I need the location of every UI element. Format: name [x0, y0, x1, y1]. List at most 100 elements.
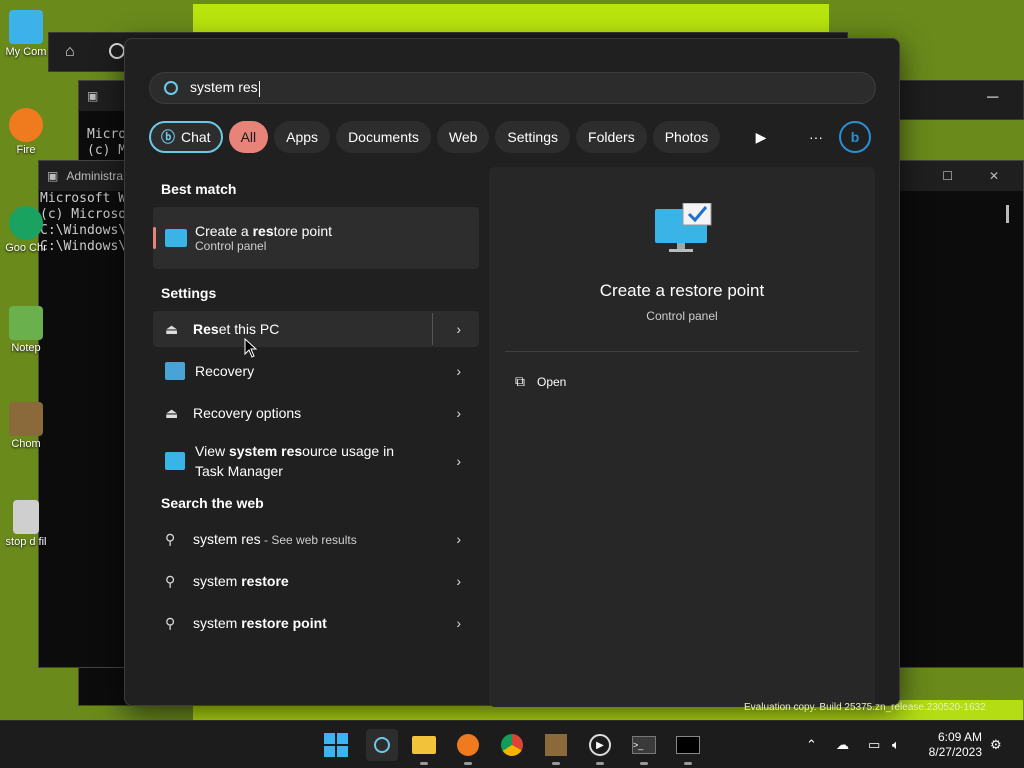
recovery-options-icon: ⏏ — [165, 404, 179, 421]
search-icon — [164, 81, 178, 95]
filter-label: Chat — [181, 129, 211, 145]
settings-heading: Settings — [161, 285, 217, 301]
taskbar-terminal[interactable]: >_ — [630, 731, 658, 765]
console-title: Administra — [66, 169, 124, 183]
search-input[interactable]: system res — [149, 72, 876, 104]
play-icon: ▶ — [589, 734, 611, 756]
chevron-up-icon[interactable]: ⌃ — [806, 737, 817, 753]
filter-folders[interactable]: Folders — [576, 121, 647, 153]
evaluation-watermark: Evaluation copy. Build 25375.zn_release.… — [744, 702, 986, 713]
web-result[interactable]: ⚲ system res - See web results › — [153, 521, 479, 557]
bing-chat-icon: ⓑ — [161, 129, 175, 145]
maximize-icon[interactable]: ☐ — [942, 169, 953, 183]
recovery-icon — [165, 362, 185, 380]
clock-time: 6:09 AM — [937, 730, 982, 744]
desktop-icon-label: Fire — [16, 144, 36, 156]
desktop-icon-firefox[interactable]: Fire — [4, 108, 48, 156]
desktop-icon-text-file[interactable]: stop d fil — [4, 500, 48, 548]
folder-icon — [412, 736, 436, 754]
best-match-heading: Best match — [161, 181, 237, 197]
filter-apps[interactable]: Apps — [274, 121, 331, 153]
network-icon[interactable]: ▭ — [868, 737, 880, 753]
chrome-icon — [501, 734, 523, 756]
filter-all[interactable]: All — [228, 121, 269, 153]
chevron-right-icon[interactable]: › — [456, 453, 461, 469]
desktop-icon-chome[interactable]: Chom — [4, 402, 48, 450]
more-options-button[interactable]: ··· — [801, 123, 831, 151]
taskbar-search-button[interactable] — [366, 729, 398, 761]
taskbar-cmd[interactable] — [674, 731, 702, 765]
minimize-icon[interactable]: ─ — [987, 89, 998, 107]
start-button[interactable] — [322, 731, 350, 759]
result-title-bold: res — [252, 223, 274, 239]
desktop-icon-label: Chom — [11, 438, 41, 450]
chevron-right-icon[interactable]: › — [456, 405, 461, 421]
console-scrollbar[interactable] — [1006, 205, 1009, 223]
chevron-right-icon[interactable]: › — [456, 615, 461, 631]
web-result-bold: restore point — [241, 615, 327, 631]
restore-point-icon — [165, 229, 187, 247]
setting-recovery[interactable]: Recovery › — [153, 353, 479, 389]
web-result[interactable]: ⚲ system restore › — [153, 563, 479, 599]
setting-label-bold: Res — [193, 321, 219, 337]
taskbar-chrome[interactable] — [498, 731, 526, 759]
taskbar-firefox[interactable] — [454, 731, 482, 765]
clock-date: 8/27/2023 — [928, 745, 982, 759]
search-web-heading: Search the web — [161, 495, 264, 511]
filter-web[interactable]: Web — [436, 121, 490, 153]
volume-icon[interactable]: 🔈︎ — [892, 737, 900, 753]
chevron-right-icon[interactable]: › — [456, 573, 461, 589]
desktop-icon-my-computer[interactable]: My Com — [4, 10, 48, 58]
result-title-post: tore point — [273, 223, 332, 239]
results-list: Best match Create a restore point Contro… — [153, 169, 479, 647]
filter-documents[interactable]: Documents — [336, 121, 431, 153]
media-icon[interactable] — [109, 43, 125, 59]
bing-icon[interactable]: b — [839, 121, 871, 153]
background-window-right: ─ — [890, 80, 1024, 120]
web-result[interactable]: ⚲ system restore point › — [153, 605, 479, 641]
filter-bar: ⓑ Chat All Apps Documents Web Settings F… — [149, 121, 721, 153]
desktop-icon-chrome[interactable]: Goo Chr — [4, 206, 48, 254]
filter-chat[interactable]: ⓑ Chat — [149, 121, 223, 153]
desktop-icon-label: My Com — [5, 46, 47, 58]
search-query: system res — [190, 79, 258, 96]
best-match-result[interactable]: Create a restore point Control panel — [153, 207, 479, 269]
notepad-icon — [9, 306, 43, 340]
filter-settings[interactable]: Settings — [495, 121, 571, 153]
taskbar-file-explorer[interactable] — [410, 731, 438, 765]
desktop-icon-label: stop d fil — [5, 536, 47, 548]
filter-label: Apps — [286, 129, 319, 145]
notifications-icon[interactable]: ⚙ — [990, 737, 1002, 753]
running-indicator — [464, 762, 472, 765]
chevron-right-icon[interactable]: › — [456, 531, 461, 547]
running-indicator — [684, 762, 692, 765]
taskbar-clock[interactable]: 6:09 AM 8/27/2023 — [929, 730, 982, 760]
web-result-label: system — [193, 573, 242, 589]
web-result-label: system — [193, 615, 242, 631]
setting-label: ource usage in — [302, 443, 394, 459]
taskbar-hamster-app[interactable] — [542, 731, 570, 765]
home-icon[interactable]: ⌂ — [65, 43, 75, 61]
filter-photos[interactable]: Photos — [652, 121, 721, 153]
computer-icon — [9, 10, 43, 44]
preview-divider — [505, 351, 859, 352]
desktop-icon-notepad[interactable]: Notep — [4, 306, 48, 354]
onedrive-icon[interactable]: ☁ — [836, 737, 849, 753]
hamster-icon — [545, 734, 567, 756]
hamster-icon — [9, 402, 43, 436]
chevron-right-icon[interactable]: › — [456, 321, 461, 337]
open-action[interactable]: ⧉ Open — [515, 373, 566, 390]
filter-label: Folders — [588, 129, 635, 145]
taskbar-media-player[interactable]: ▶ — [586, 731, 614, 765]
preview-title: Create a restore point — [599, 281, 765, 300]
cmd-icon: ▣ — [87, 89, 99, 103]
more-filters-button[interactable]: ▶ — [749, 123, 773, 151]
chevron-right-icon[interactable]: › — [456, 363, 461, 379]
chrome-icon — [9, 206, 43, 240]
setting-reset-this-pc[interactable]: ⏏ Reset this PC › — [153, 311, 479, 347]
firefox-icon — [457, 734, 479, 756]
setting-view-resource-usage[interactable]: View system resource usage in Task Manag… — [153, 437, 479, 485]
close-icon[interactable]: ✕ — [989, 169, 999, 183]
setting-recovery-options[interactable]: ⏏ Recovery options › — [153, 395, 479, 431]
filter-label: Web — [448, 129, 478, 145]
